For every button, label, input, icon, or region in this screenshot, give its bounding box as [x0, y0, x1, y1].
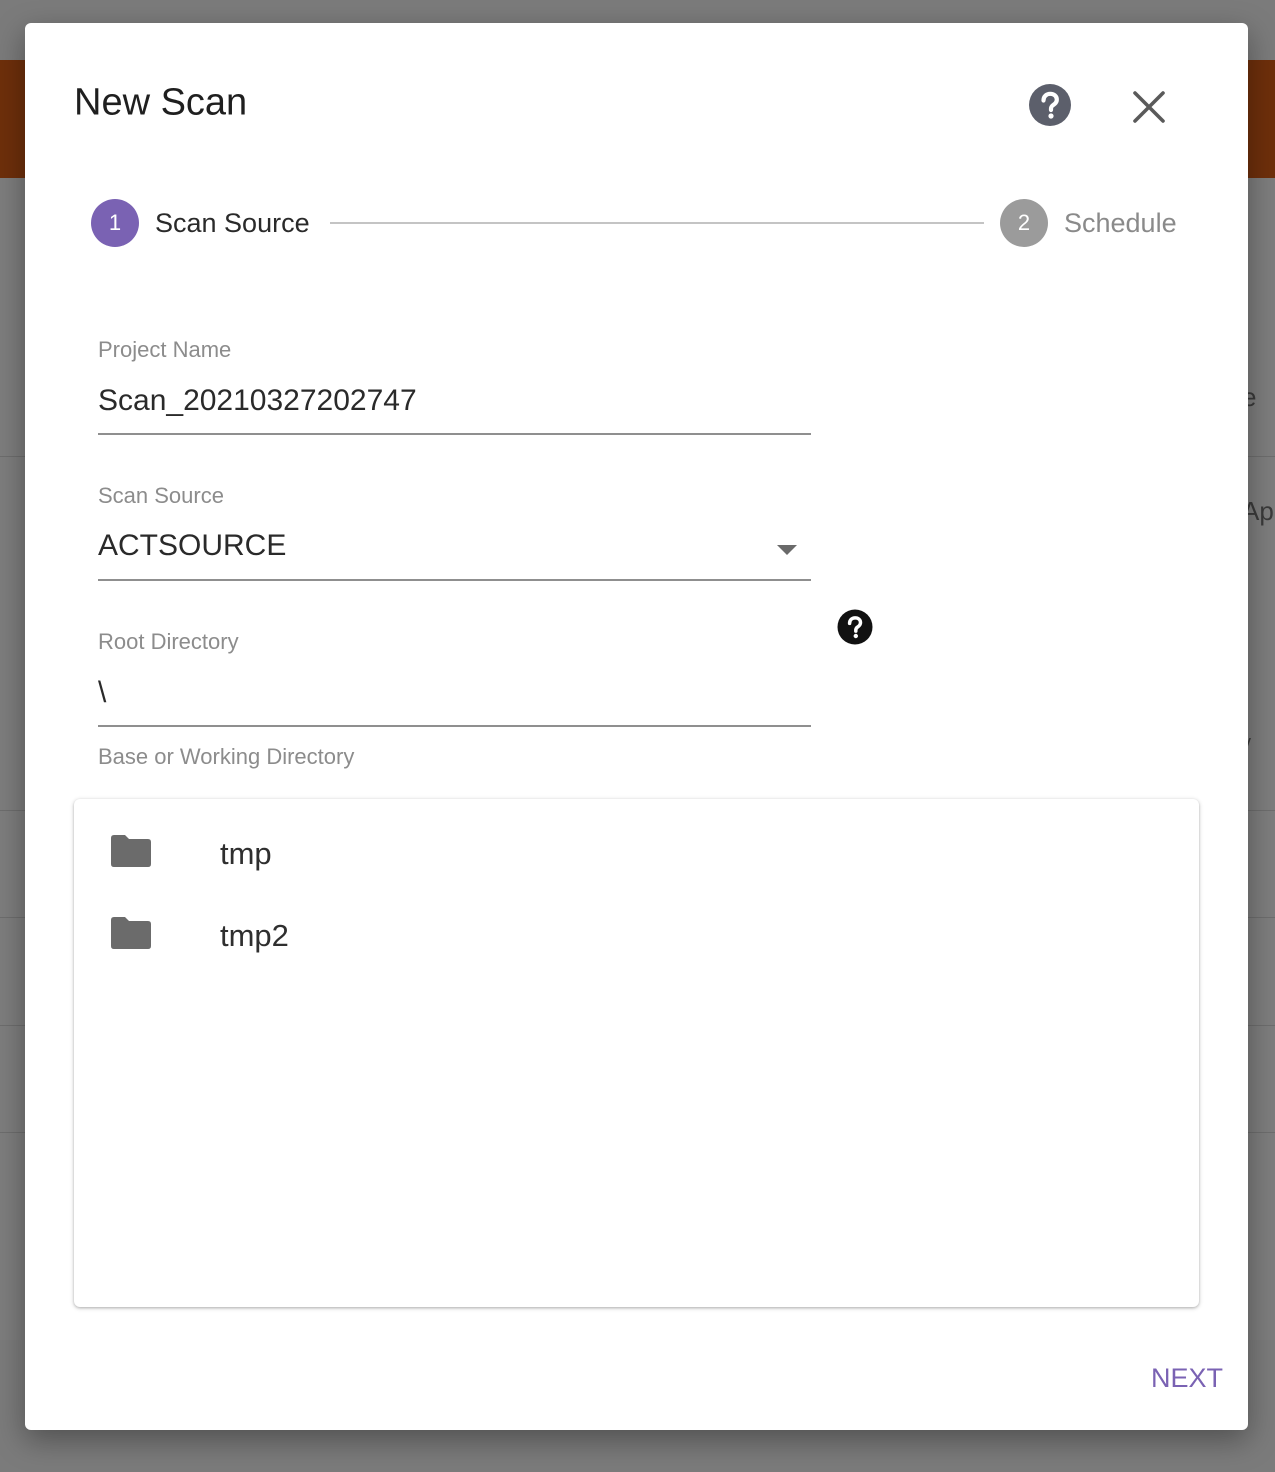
project-name-input[interactable] — [98, 379, 811, 435]
project-name-label: Project Name — [98, 337, 232, 362]
scan-source-field[interactable]: Scan Source ACTSOURCE — [98, 483, 811, 583]
stepper-connector — [330, 222, 984, 224]
scan-source-label: Scan Source — [98, 483, 224, 508]
folder-icon — [111, 917, 151, 949]
scan-source-value: ACTSOURCE — [98, 529, 287, 562]
step-number-badge: 2 — [1000, 199, 1048, 247]
root-directory-hint: Base or Working Directory — [98, 744, 355, 769]
dropdown-arrow-icon — [777, 545, 797, 555]
step-label: Schedule — [1064, 207, 1177, 238]
root-directory-help-button[interactable] — [837, 609, 873, 645]
close-icon — [1133, 91, 1165, 123]
help-button[interactable] — [1028, 83, 1072, 127]
directory-name: tmp2 — [220, 918, 289, 953]
directory-item-tmp[interactable]: tmp — [74, 813, 1199, 895]
new-scan-dialog: New Scan 1 Scan Source 2 Schedule Projec… — [25, 23, 1248, 1430]
dialog-title: New Scan — [74, 81, 248, 124]
scan-source-select[interactable]: ACTSOURCE — [98, 525, 811, 581]
root-directory-field: Root Directory Base or Working Directory — [98, 629, 811, 779]
step-number-badge: 1 — [91, 199, 139, 247]
directory-list: tmp tmp2 — [74, 799, 1199, 1307]
step-label: Scan Source — [155, 207, 310, 238]
root-directory-label: Root Directory — [98, 629, 239, 654]
directory-name: tmp — [220, 836, 272, 871]
folder-icon — [111, 835, 151, 867]
help-circle-icon — [1029, 84, 1071, 126]
project-name-field: Project Name — [98, 337, 811, 437]
step-scan-source[interactable]: 1 Scan Source — [91, 199, 310, 247]
step-schedule[interactable]: 2 Schedule — [1000, 199, 1177, 247]
next-button[interactable]: NEXT — [1113, 1353, 1223, 1403]
help-circle-icon — [837, 609, 873, 645]
directory-item-tmp2[interactable]: tmp2 — [74, 895, 1199, 977]
close-button[interactable] — [1125, 83, 1173, 131]
root-directory-input[interactable] — [98, 671, 811, 727]
